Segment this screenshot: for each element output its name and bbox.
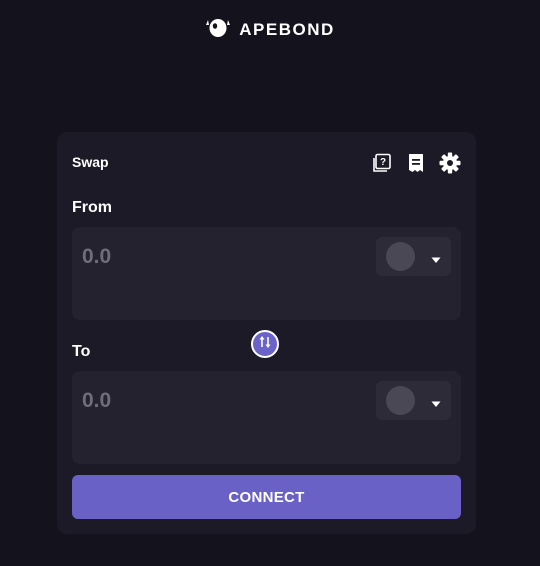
to-label: To [72, 343, 91, 360]
swap-card: Swap ? From 0.0 To 0.0 CONNECT [57, 132, 476, 534]
to-token-select[interactable] [376, 381, 451, 420]
token-placeholder-icon [386, 242, 415, 271]
to-panel [72, 371, 461, 464]
from-label: From [72, 199, 112, 216]
receipt-icon[interactable] [405, 152, 427, 174]
svg-text:?: ? [380, 157, 386, 168]
switch-tokens-button[interactable] [251, 330, 279, 358]
swap-header: Swap ? [72, 152, 461, 174]
page: APEBOND Swap ? From 0.0 To 0.0 CONNECT [0, 0, 540, 566]
header-icons: ? [371, 152, 461, 174]
ape-head-logo-icon [205, 16, 231, 43]
gear-icon[interactable] [439, 152, 461, 174]
caret-down-icon [431, 396, 441, 407]
brand-name: APEBOND [239, 19, 335, 39]
token-placeholder-icon [386, 386, 415, 415]
caret-down-icon [431, 252, 441, 263]
swap-arrows-icon [257, 334, 273, 355]
to-amount-input[interactable] [82, 388, 282, 414]
help-book-icon[interactable]: ? [371, 152, 393, 174]
connect-button[interactable]: CONNECT [72, 475, 461, 519]
from-panel [72, 227, 461, 320]
brand-logo[interactable]: APEBOND [0, 16, 540, 43]
from-amount-input[interactable] [82, 244, 282, 270]
swap-title: Swap [72, 154, 109, 170]
from-token-select[interactable] [376, 237, 451, 276]
